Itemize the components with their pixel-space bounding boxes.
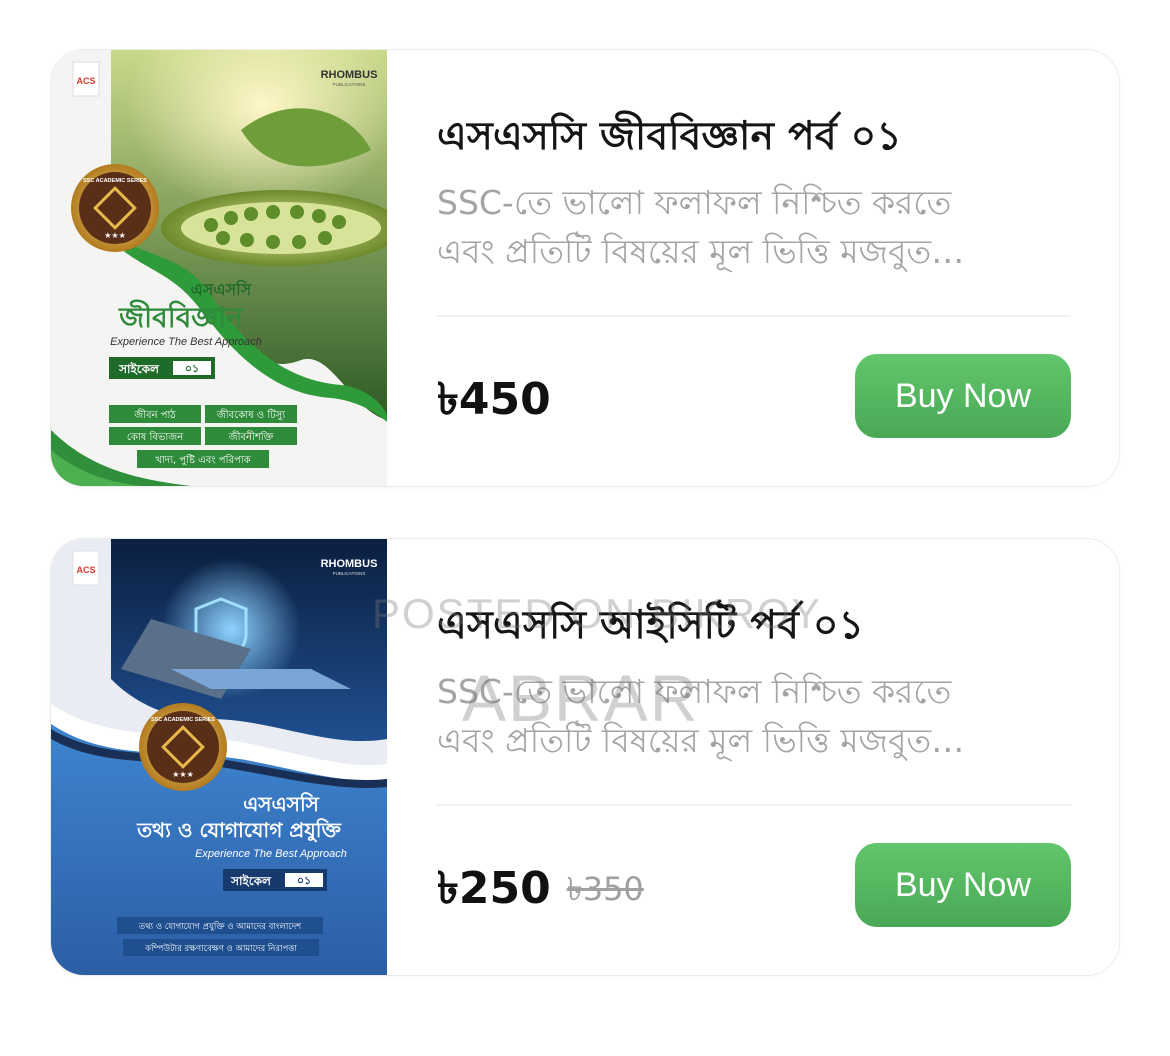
badge-text: SSC ACADEMIC SERIES: [151, 717, 215, 723]
product-description: SSC-তে ভালো ফলাফল নিশ্চিত করতে এবং প্রতি…: [437, 178, 1037, 276]
cycle-label: সাইকেল: [230, 873, 272, 888]
logo-text: ACS: [76, 76, 95, 86]
buy-now-button[interactable]: Buy Now: [855, 354, 1071, 438]
old-price: ৳350: [566, 870, 644, 908]
price: ৳250 ৳350: [437, 855, 644, 928]
topic-2: জীবকোষ ও টিস্যু: [216, 408, 286, 421]
description-line: SSC-তে ভালো ফলাফল নিশ্চিত করতে: [437, 183, 952, 222]
tagline: Experience The Best Approach: [110, 336, 262, 348]
buy-now-button[interactable]: Buy Now: [855, 843, 1071, 927]
subject-small: এসএসসি: [191, 279, 253, 299]
description-line: এবং প্রতিটি বিষয়ের মূল ভিত্তি মজবুত…: [437, 721, 965, 760]
logo-text: ACS: [76, 565, 95, 575]
description-line: এবং প্রতিটি বিষয়ের মূল ভিত্তি মজবুত…: [437, 232, 965, 271]
product-card[interactable]: ACS RHOMBUS PUBLICATIONS SSC ACADEMIC SE…: [50, 538, 1120, 976]
svg-text:★★★: ★★★: [104, 231, 126, 240]
publisher-name: RHOMBUS: [321, 558, 378, 570]
current-price: ৳250: [437, 863, 551, 914]
badge-text: SSC ACADEMIC SERIES: [83, 178, 147, 184]
product-title[interactable]: এসএসসি আইসিটি পর্ব ০১: [437, 595, 864, 660]
topic-4: জীবনীশক্তি: [228, 430, 274, 443]
topic-1: তথ্য ও যোগাযোগ প্রযুক্তি ও আমাদের বাংলাদ…: [138, 921, 302, 932]
publisher-sub: PUBLICATIONS: [333, 571, 366, 576]
current-price: ৳450: [437, 374, 551, 425]
cycle-number: ০১: [297, 874, 311, 887]
product-card[interactable]: ACS RHOMBUS PUBLICATIONS SSC ACADEMIC SE…: [50, 49, 1120, 487]
publisher-sub: PUBLICATIONS: [333, 82, 366, 87]
publisher-name: RHOMBUS: [321, 69, 378, 81]
topic-1: জীবন পাঠ: [133, 408, 176, 421]
price: ৳450: [437, 366, 551, 439]
cycle-number: ০১: [185, 362, 199, 375]
topic-5: খাদ্য, পুষ্টি এবং পরিপাক: [155, 454, 251, 466]
product-description: SSC-তে ভালো ফলাফল নিশ্চিত করতে এবং প্রতি…: [437, 667, 1037, 765]
subject-title: তথ্য ও যোগাযোগ প্রযুক্তি: [136, 818, 342, 843]
product-info: এসএসসি আইসিটি পর্ব ০১ SSC-তে ভালো ফলাফল …: [437, 539, 1071, 975]
description-line: SSC-তে ভালো ফলাফল নিশ্চিত করতে: [437, 672, 952, 711]
cycle-label: সাইকেল: [118, 361, 160, 376]
product-title[interactable]: এসএসসি জীববিজ্ঞান পর্ব ০১: [437, 106, 902, 171]
subject-small: এসএসসি: [243, 792, 320, 816]
divider: [437, 804, 1071, 806]
divider: [437, 315, 1071, 317]
svg-text:★★★: ★★★: [172, 770, 194, 779]
book-cover-image[interactable]: ACS RHOMBUS PUBLICATIONS SSC ACADEMIC SE…: [51, 539, 387, 975]
subject-title: জীববিজ্ঞান: [118, 299, 244, 334]
tagline: Experience The Best Approach: [195, 848, 347, 860]
topic-3: কোষ বিভাজন: [127, 431, 184, 443]
book-cover-image[interactable]: ACS RHOMBUS PUBLICATIONS SSC ACADEMIC SE…: [51, 50, 387, 486]
topic-2: কম্পিউটার রক্ষণাবেক্ষণ ও আমাদের নিরাপত্ত…: [144, 942, 297, 954]
product-info: এসএসসি জীববিজ্ঞান পর্ব ০১ SSC-তে ভালো ফল…: [437, 50, 1071, 486]
